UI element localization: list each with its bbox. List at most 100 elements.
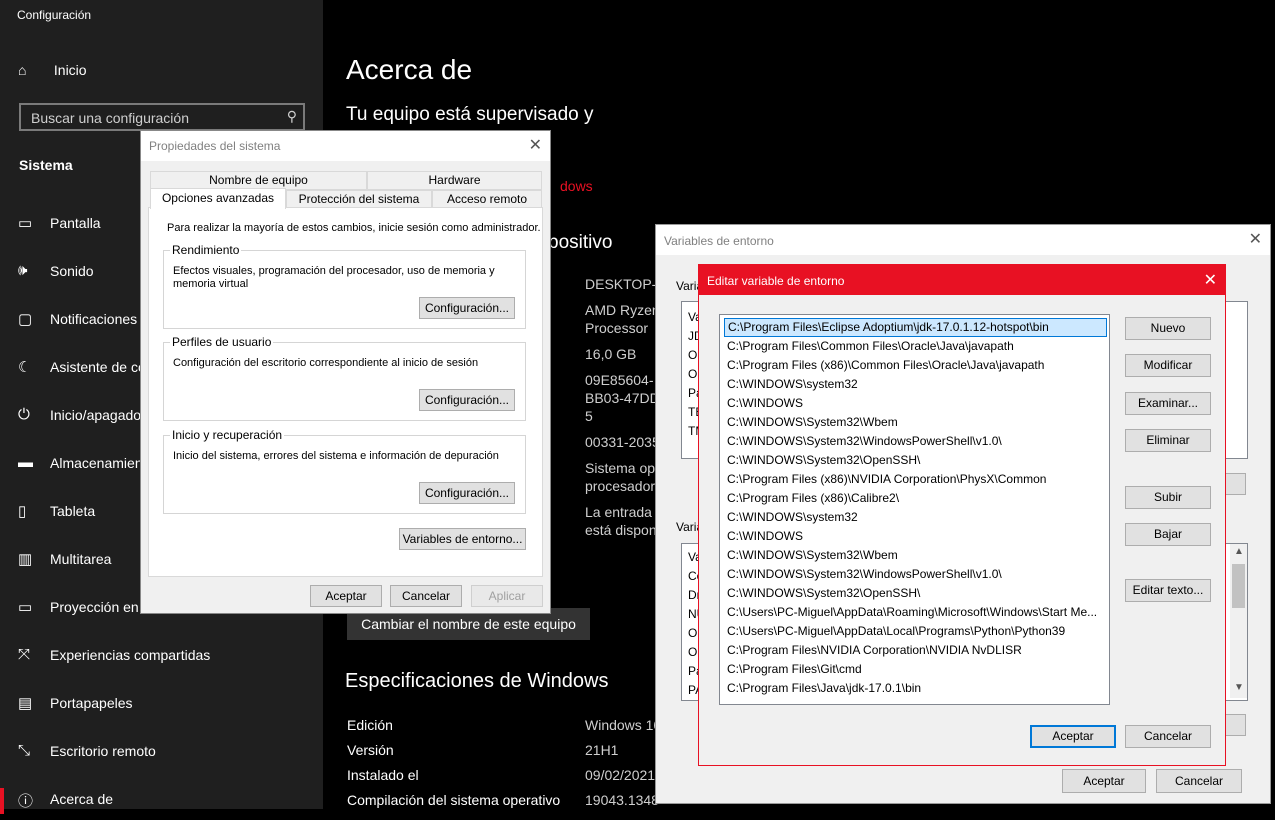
edit-text-button[interactable]: Editar texto... [1125, 579, 1211, 602]
performance-label: Rendimiento [170, 243, 242, 257]
path-item[interactable]: C:\Program Files\Git\cmd [724, 660, 1107, 679]
startup-recovery-settings-button[interactable]: Configuración... [419, 482, 515, 504]
device-value: 00331-2035 [585, 434, 660, 450]
path-item[interactable]: C:\Program Files\Common Files\Oracle\Jav… [724, 337, 1107, 356]
home-label: Inicio [53, 62, 87, 78]
scroll-up-icon[interactable]: ▲ [1234, 546, 1244, 557]
device-value: AMD Ryzen [585, 302, 660, 318]
notification-icon: ▢ [18, 311, 33, 328]
spec-value: 19043.1348 [585, 792, 659, 808]
home-nav[interactable]: ⌂ Inicio [18, 62, 87, 78]
path-item[interactable]: C:\WINDOWS\System32\OpenSSH\ [724, 451, 1107, 470]
close-icon[interactable]: ✕ [1249, 229, 1262, 249]
sidebar-item[interactable]: ⓘ Acerca de [0, 780, 323, 820]
projection-icon: ▭ [18, 599, 33, 616]
path-item[interactable]: C:\Program Files (x86)\NVIDIA Corporatio… [724, 470, 1107, 489]
path-item[interactable]: C:\Program Files\Eclipse Adoptium\jdk-17… [724, 318, 1107, 337]
device-value: está dispon [585, 522, 657, 538]
path-item[interactable]: C:\WINDOWS\System32\Wbem [724, 546, 1107, 565]
spec-value: 09/02/2021 [585, 767, 656, 783]
close-icon[interactable]: ✕ [1204, 270, 1217, 290]
device-value: 16,0 GB [585, 346, 637, 362]
device-value: procesador [585, 478, 656, 494]
moon-icon: ☾ [18, 359, 32, 376]
page-title: Acerca de [346, 54, 473, 85]
startup-recovery-desc: Inicio del sistema, errores del sistema … [173, 450, 499, 462]
scrollbar[interactable]: ▲ ▼ [1230, 544, 1247, 698]
path-item[interactable]: C:\WINDOWS\system32 [724, 508, 1107, 527]
ok-button[interactable]: Aceptar [310, 585, 382, 607]
path-item[interactable]: C:\WINDOWS\System32\WindowsPowerShell\v1… [724, 432, 1107, 451]
remote-desktop-icon: ⤡ [18, 742, 31, 759]
path-item[interactable]: C:\Program Files\Java\jdk-17.0.1\bin [724, 679, 1107, 698]
spec-label: Compilación del sistema operativo [347, 792, 561, 808]
dialog-title: Editar variable de entorno [707, 274, 845, 288]
device-value: 09E85604- [585, 372, 654, 388]
device-value: BB03-47DD [585, 390, 660, 406]
path-item[interactable]: C:\WINDOWS [724, 394, 1107, 413]
sidebar-item-label: Sonido [50, 263, 94, 279]
ok-button[interactable]: Aceptar [1030, 725, 1116, 748]
sidebar-item-label: Almacenamien [50, 455, 143, 471]
delete-button[interactable]: Eliminar [1125, 429, 1211, 452]
spec-label: Instalado el [347, 767, 419, 783]
sidebar-item[interactable]: ⤡ Escritorio remoto [0, 732, 323, 772]
sidebar-item-label: Acerca de [50, 791, 114, 807]
move-up-button[interactable]: Subir [1125, 486, 1211, 509]
new-button[interactable]: Nuevo [1125, 317, 1211, 340]
tab-advanced[interactable]: Opciones avanzadas [150, 188, 286, 209]
scroll-thumb[interactable] [1232, 564, 1245, 608]
cancel-button[interactable]: Cancelar [1156, 769, 1242, 793]
path-item[interactable]: C:\Program Files (x86)\Common Files\Orac… [724, 356, 1107, 375]
startup-recovery-group: Inicio y recuperación Inicio del sistema… [163, 428, 526, 514]
environment-variables-button[interactable]: Variables de entorno... [399, 528, 526, 550]
path-item[interactable]: C:\WINDOWS\System32\WindowsPowerShell\v1… [724, 565, 1107, 584]
path-list[interactable]: C:\Program Files\Eclipse Adoptium\jdk-17… [719, 314, 1110, 705]
path-item[interactable]: C:\Users\PC-Miguel\AppData\Local\Program… [724, 622, 1107, 641]
path-item[interactable]: C:\Program Files (x86)\Calibre2\ [724, 489, 1107, 508]
sidebar-item-label: Pantalla [50, 215, 101, 231]
browse-button[interactable]: Examinar... [1125, 392, 1211, 415]
security-link[interactable]: dows [560, 178, 593, 194]
close-icon[interactable]: ✕ [529, 135, 542, 155]
search-input[interactable]: Buscar una configuración ⚲ [19, 103, 305, 131]
monitor-icon: ▭ [18, 215, 33, 232]
path-item[interactable]: C:\Program Files\NVIDIA Corporation\NVID… [724, 641, 1107, 660]
sidebar-item-label: Tableta [50, 503, 96, 519]
dialog-title: Propiedades del sistema [149, 139, 281, 153]
edit-button[interactable]: Modificar [1125, 354, 1211, 377]
power-icon: ⏻ [18, 406, 30, 423]
scroll-down-icon[interactable]: ▼ [1234, 682, 1244, 693]
page-subtitle: Tu equipo está supervisado y [346, 104, 594, 125]
ok-button[interactable]: Aceptar [1062, 769, 1146, 793]
advanced-panel: Para realizar la mayoría de estos cambio… [148, 207, 543, 577]
move-down-button[interactable]: Bajar [1125, 523, 1211, 546]
device-value: Sistema op [585, 460, 656, 476]
startup-recovery-label: Inicio y recuperación [170, 428, 285, 442]
cancel-button[interactable]: Cancelar [1125, 725, 1211, 748]
path-item[interactable]: C:\WINDOWS [724, 527, 1107, 546]
windows-specs-heading: Especificaciones de Windows [345, 670, 609, 692]
path-item[interactable]: C:\WINDOWS\System32\Wbem [724, 413, 1107, 432]
sidebar-item-label: Portapapeles [50, 695, 133, 711]
sidebar-item-label: Multitarea [50, 551, 112, 567]
path-item[interactable]: C:\Users\PC-Miguel\AppData\Roaming\Micro… [724, 603, 1107, 622]
edit-env-variable-dialog: Editar variable de entorno ✕ C:\Program … [698, 264, 1226, 766]
cancel-button[interactable]: Cancelar [390, 585, 462, 607]
tab-hardware[interactable]: Hardware [367, 171, 542, 190]
sidebar-item-label: Escritorio remoto [50, 743, 156, 759]
multitask-icon: ▥ [18, 551, 33, 568]
storage-icon: ▬ [18, 454, 33, 471]
dialog-title: Variables de entorno [664, 234, 774, 248]
section-heading: Sistema [19, 157, 73, 173]
apply-button[interactable]: Aplicar [471, 585, 543, 607]
performance-desc: Efectos visuales, programación del proce… [173, 265, 495, 290]
sidebar-item[interactable]: ⤧ Experiencias compartidas [0, 636, 323, 676]
performance-settings-button[interactable]: Configuración... [419, 297, 515, 319]
path-item[interactable]: C:\WINDOWS\system32 [724, 375, 1107, 394]
title-bar: Editar variable de entorno ✕ [699, 265, 1225, 295]
path-item[interactable]: C:\WINDOWS\System32\OpenSSH\ [724, 584, 1107, 603]
sidebar-item[interactable]: ▤ Portapapeles [0, 684, 323, 724]
user-profiles-settings-button[interactable]: Configuración... [419, 389, 515, 411]
device-value: Processor [585, 320, 649, 336]
